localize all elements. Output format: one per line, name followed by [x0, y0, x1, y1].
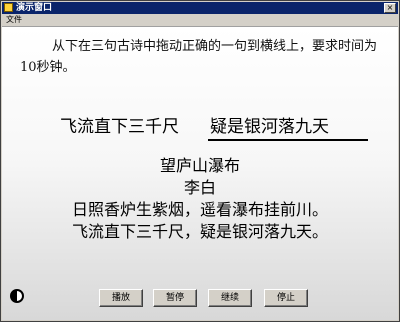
title-bar[interactable]: 演示窗口 × — [2, 2, 398, 14]
answer-row: 飞流直下三千尺 疑是银河落九天 — [60, 115, 380, 141]
presentation-window: 演示窗口 × 文件 从下在三句古诗中拖动正确的一句到横线上，要求时间为10秒钟。… — [0, 0, 400, 322]
close-button[interactable]: × — [384, 3, 396, 13]
instruction-text: 从下在三句古诗中拖动正确的一句到横线上，要求时间为10秒钟。 — [20, 39, 378, 75]
menu-file[interactable]: 文件 — [6, 14, 22, 26]
playback-controls: 播放 暂停 继续 停止 — [2, 289, 398, 309]
menu-bar: 文件 — [2, 14, 398, 27]
stop-button[interactable]: 停止 — [264, 289, 308, 307]
answer-drop-slot[interactable]: 疑是银河落九天 — [208, 115, 368, 141]
poem-author: 李白 — [183, 178, 216, 197]
given-line: 飞流直下三千尺 — [60, 117, 179, 137]
play-button[interactable]: 播放 — [99, 289, 143, 307]
poem-line-2[interactable]: 飞流直下三千尺，疑是银河落九天。 — [2, 221, 398, 243]
pause-button[interactable]: 暂停 — [153, 289, 197, 307]
content-stage: 从下在三句古诗中拖动正确的一句到横线上，要求时间为10秒钟。 飞流直下三千尺 疑… — [2, 27, 398, 320]
poem-block: 望庐山瀑布 李白 日照香炉生紫烟，遥看瀑布挂前川。 飞流直下三千尺，疑是银河落九… — [2, 155, 398, 243]
answer-slot-text[interactable]: 疑是银河落九天 — [210, 115, 329, 139]
continue-button[interactable]: 继续 — [208, 289, 252, 307]
app-icon — [4, 3, 13, 12]
poem-line-1[interactable]: 日照香炉生紫烟，遥看瀑布挂前川。 — [2, 199, 398, 221]
window-title: 演示窗口 — [16, 3, 53, 13]
poem-title: 望庐山瀑布 — [159, 156, 240, 175]
